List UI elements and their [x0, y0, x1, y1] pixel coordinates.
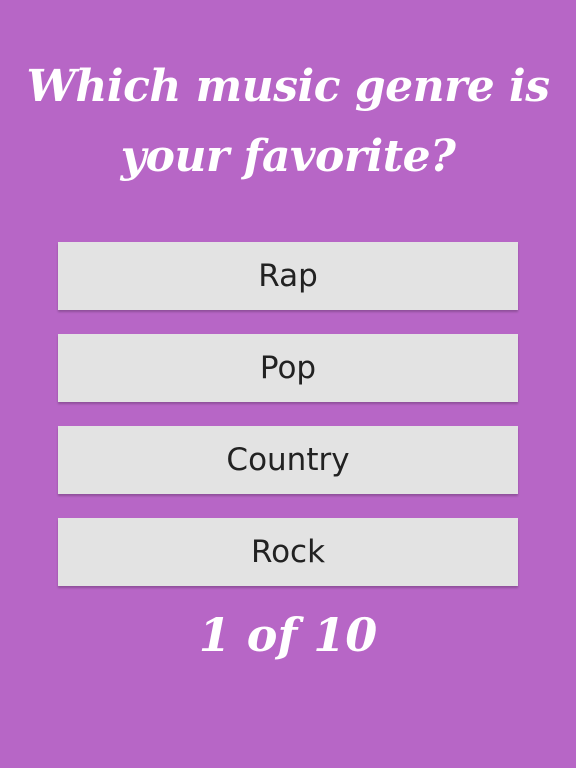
answer-button-pop[interactable]: Pop [58, 334, 518, 402]
quiz-screen: Which music genre is your favorite? Rap … [0, 0, 576, 768]
question-progress: 1 of 10 [198, 608, 378, 662]
answer-button-country[interactable]: Country [58, 426, 518, 494]
answer-button-rock[interactable]: Rock [58, 518, 518, 586]
answer-button-rap[interactable]: Rap [58, 242, 518, 310]
question-title: Which music genre is your favorite? [26, 61, 550, 182]
